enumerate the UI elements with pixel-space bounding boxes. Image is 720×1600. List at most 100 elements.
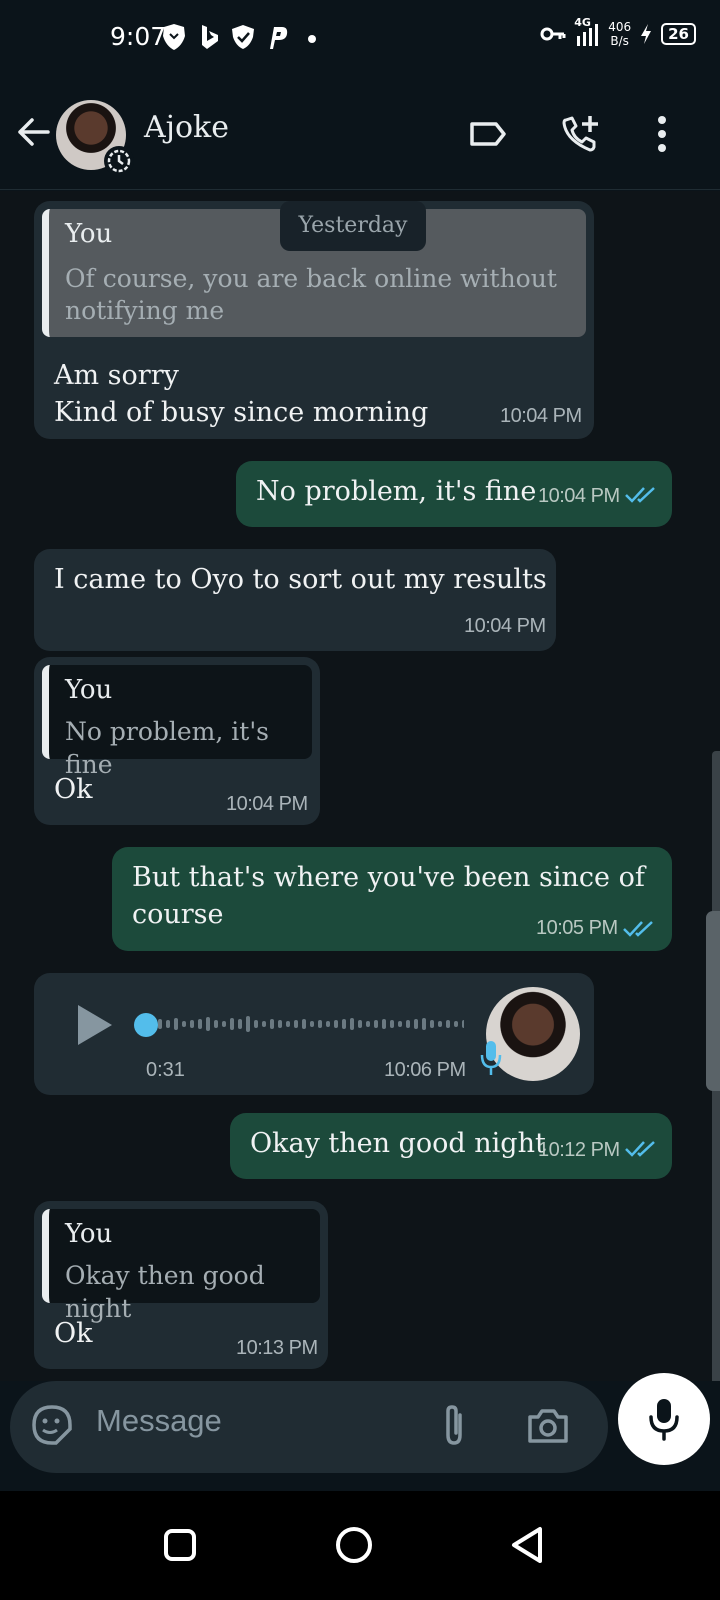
status-bar: 9:07 4G 406 B/s 26 bbox=[0, 0, 720, 80]
waveform-bar bbox=[462, 1020, 464, 1028]
charging-icon bbox=[641, 24, 652, 44]
message-input[interactable]: Message bbox=[10, 1381, 608, 1473]
message-list[interactable]: You Of course, you are back online witho… bbox=[0, 191, 720, 1381]
attach-icon[interactable] bbox=[432, 1403, 476, 1447]
system-icons: 4G 406 B/s 26 bbox=[540, 16, 696, 48]
waveform-bar bbox=[190, 1020, 194, 1028]
waveform-bar bbox=[230, 1018, 234, 1030]
waveform-bar bbox=[422, 1018, 426, 1030]
waveform-bar bbox=[438, 1021, 442, 1027]
contact-name[interactable]: Ajoke bbox=[144, 110, 229, 145]
message-bubble-incoming[interactable]: You No problem, it's fine Ok 10:04 PM bbox=[34, 657, 320, 825]
waveform-bar bbox=[262, 1021, 266, 1027]
back-icon[interactable] bbox=[506, 1523, 550, 1567]
quote-text: Of course, you are back online without n… bbox=[65, 264, 557, 325]
waveform-bar bbox=[446, 1020, 450, 1028]
quote-text: Okay then good night bbox=[65, 1261, 265, 1323]
scrollbar-thumb[interactable] bbox=[706, 911, 720, 1091]
voice-record-button[interactable] bbox=[618, 1373, 710, 1465]
waveform-bar bbox=[286, 1021, 290, 1027]
compose-bar: Message bbox=[0, 1373, 720, 1491]
waveform-bar bbox=[254, 1020, 258, 1028]
back-arrow-icon[interactable] bbox=[14, 112, 54, 152]
dot-icon bbox=[308, 35, 316, 43]
read-ticks-icon bbox=[623, 921, 653, 937]
message-time: 10:13 PM bbox=[236, 1337, 318, 1359]
message-text: Am sorry Kind of busy since morning bbox=[54, 360, 429, 428]
play-icon[interactable] bbox=[74, 1003, 114, 1047]
message-time: 10:06 PM bbox=[384, 1059, 466, 1081]
waveform-bar bbox=[406, 1020, 410, 1028]
mic-icon bbox=[480, 1041, 502, 1075]
message-text: Ok bbox=[54, 774, 93, 805]
message-placeholder: Message bbox=[96, 1403, 222, 1438]
mic-icon bbox=[649, 1399, 679, 1441]
sticker-icon[interactable] bbox=[30, 1403, 74, 1447]
waveform-bar bbox=[334, 1020, 338, 1028]
message-time: 10:04 PM bbox=[500, 405, 582, 427]
read-ticks-icon bbox=[625, 487, 655, 503]
waveform-bar bbox=[278, 1020, 282, 1028]
waveform-bar bbox=[294, 1020, 298, 1028]
waveform-bar bbox=[302, 1019, 306, 1029]
waveform-bar bbox=[342, 1019, 346, 1029]
recents-icon[interactable] bbox=[158, 1523, 202, 1567]
waveform-bar bbox=[222, 1021, 226, 1027]
quote-author: You bbox=[65, 675, 113, 705]
more-vert-icon[interactable] bbox=[640, 112, 684, 156]
shield-icon bbox=[232, 25, 254, 49]
message-text: Ok bbox=[54, 1318, 93, 1349]
message-bubble-outgoing[interactable]: No problem, it's fine 10:04 PM bbox=[236, 461, 672, 527]
quoted-message[interactable]: You No problem, it's fine bbox=[42, 665, 312, 779]
waveform-bar bbox=[366, 1021, 370, 1027]
waveform-bar bbox=[310, 1021, 314, 1027]
waveform-bar bbox=[454, 1021, 458, 1027]
message-time: 10:04 PM bbox=[226, 793, 308, 815]
chat-header: Ajoke bbox=[0, 80, 720, 190]
quoted-message[interactable]: You Okay then good night bbox=[42, 1209, 320, 1323]
waveform-bar bbox=[390, 1020, 394, 1028]
waveform-bar bbox=[158, 1019, 162, 1029]
message-bubble-incoming[interactable]: You Okay then good night Ok 10:13 PM bbox=[34, 1201, 328, 1369]
message-time: 10:12 PM bbox=[538, 1139, 620, 1161]
waveform-bar bbox=[166, 1020, 170, 1028]
message-bubble-outgoing[interactable]: But that's where you've been since of co… bbox=[112, 847, 672, 951]
waveform-bar bbox=[358, 1020, 362, 1028]
bing-icon bbox=[202, 25, 218, 49]
status-time: 9:07 bbox=[110, 22, 167, 51]
waveform-bar bbox=[350, 1018, 354, 1030]
waveform-bar bbox=[398, 1021, 402, 1027]
disappearing-timer-icon bbox=[104, 146, 134, 176]
waveform-bar bbox=[198, 1019, 202, 1029]
waveform-bar bbox=[270, 1019, 274, 1029]
home-icon[interactable] bbox=[332, 1523, 376, 1567]
waveform-bar bbox=[374, 1020, 378, 1028]
quote-author: You bbox=[65, 1219, 113, 1249]
message-text: I came to Oyo to sort out my results bbox=[54, 564, 547, 595]
message-time: 10:05 PM bbox=[536, 917, 618, 939]
read-ticks-icon bbox=[625, 1141, 655, 1157]
label-icon[interactable] bbox=[466, 112, 510, 156]
waveform-bar bbox=[182, 1021, 186, 1027]
audio-waveform[interactable] bbox=[144, 1011, 464, 1037]
parking-icon bbox=[270, 27, 288, 49]
signal-icon: 4G bbox=[574, 16, 600, 48]
message-bubble-outgoing[interactable]: Okay then good night 10:12 PM bbox=[230, 1113, 672, 1179]
notification-icons bbox=[160, 22, 324, 52]
waveform-bar bbox=[206, 1017, 210, 1031]
message-bubble-incoming[interactable]: I came to Oyo to sort out my results 10:… bbox=[34, 549, 556, 651]
key-icon bbox=[540, 27, 566, 41]
message-text: No problem, it's fine bbox=[256, 476, 537, 507]
camera-icon[interactable] bbox=[526, 1403, 570, 1447]
audio-seek-handle[interactable] bbox=[134, 1013, 158, 1037]
waveform-bar bbox=[382, 1019, 386, 1029]
voice-message-bubble[interactable]: 0:31 10:06 PM bbox=[34, 973, 594, 1095]
waveform-bar bbox=[246, 1016, 250, 1032]
waveform-bar bbox=[214, 1020, 218, 1028]
message-time: 10:04 PM bbox=[464, 615, 546, 637]
add-call-icon[interactable] bbox=[558, 112, 602, 156]
battery-level: 26 bbox=[661, 23, 696, 45]
message-time: 10:04 PM bbox=[538, 485, 620, 507]
waveform-bar bbox=[174, 1018, 178, 1030]
quote-text: No problem, it's fine bbox=[65, 717, 270, 779]
